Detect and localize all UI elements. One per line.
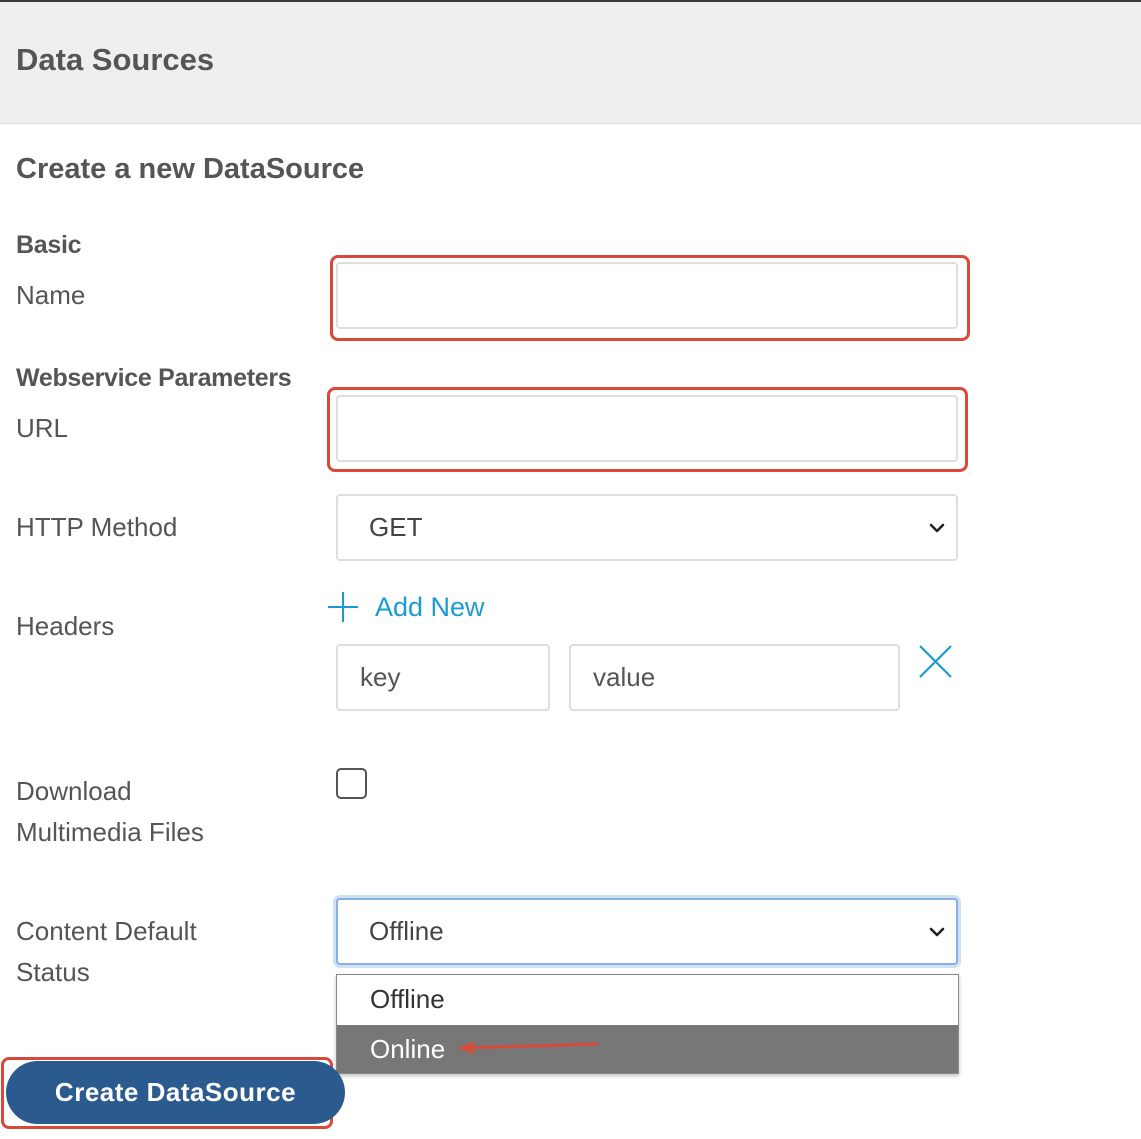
section-basic: Basic [16,231,82,259]
chevron-down-icon [929,523,945,532]
name-input[interactable] [336,262,958,329]
close-icon[interactable] [917,643,954,680]
url-label: URL [16,413,69,443]
add-new-header-button[interactable]: Add New [326,590,485,624]
content-status-select[interactable]: Offline [336,898,958,965]
header-value-input[interactable] [569,644,900,711]
name-label: Name [16,280,86,310]
create-datasource-button[interactable]: Create DataSource [6,1061,345,1124]
http-method-select[interactable]: GET [336,494,958,561]
dropdown-option-online[interactable]: Online [337,1025,958,1073]
content-status-value: Offline [369,916,444,946]
annotation-arrow-icon [459,1041,598,1055]
page-header: Data Sources [0,0,1141,124]
http-method-value: GET [369,512,423,542]
plus-icon [328,592,358,622]
download-multimedia-checkbox[interactable] [336,768,367,799]
download-label-line1: Download [16,776,132,806]
header-key-input[interactable] [336,644,550,711]
content-status-dropdown: Offline Online [336,974,959,1074]
section-webservice: Webservice Parameters [16,364,292,392]
form-title: Create a new DataSource [16,153,365,185]
download-label-line2: Multimedia Files [16,817,204,847]
content-status-label-line2: Status [16,957,90,987]
add-new-label: Add New [375,591,485,622]
url-input[interactable] [336,395,958,462]
dropdown-option-offline[interactable]: Offline [337,975,958,1023]
chevron-down-icon [929,927,945,936]
http-method-label: HTTP Method [16,512,178,542]
page-title: Data Sources [16,42,215,77]
headers-label: Headers [16,611,115,641]
content-status-label-line1: Content Default [16,916,197,946]
